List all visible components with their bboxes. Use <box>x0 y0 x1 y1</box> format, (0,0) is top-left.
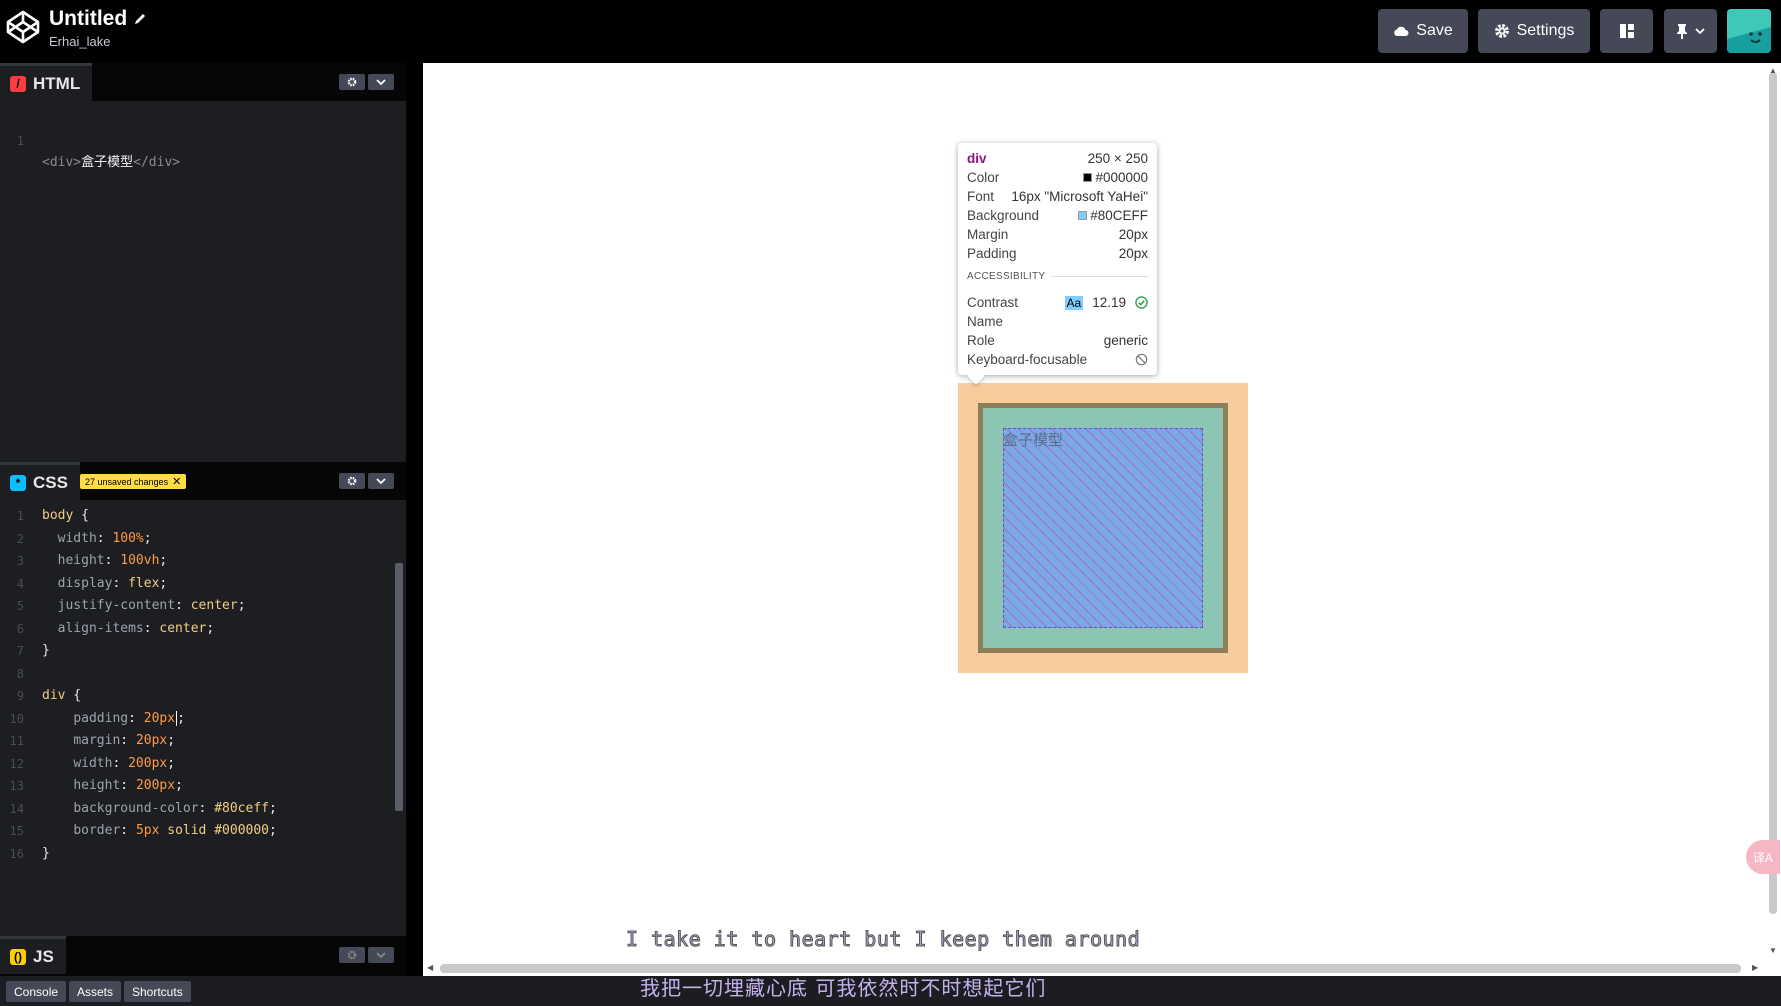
code-line: 5 justify-content: center; <box>16 598 246 613</box>
code-line: 1 body { <box>16 508 89 523</box>
js-panel-header: () JS <box>0 936 406 976</box>
gear-icon <box>1494 24 1509 38</box>
html-panel-header: / HTML <box>0 63 406 101</box>
code-line: 10 padding: 20px; <box>9 710 185 726</box>
tooltip-tag: div <box>967 151 987 166</box>
css-code-editor[interactable]: 1 body { 2 width: 100%; 3 height: 100vh; … <box>0 500 406 935</box>
tab-css[interactable]: * CSS <box>0 462 80 500</box>
translate-badge[interactable]: 译A <box>1746 840 1780 874</box>
html-code-editor[interactable]: 1 <div>盒子模型</div> <box>0 101 406 462</box>
cloud-icon <box>1394 26 1409 36</box>
top-header: Untitled Erhai_lake Save Settings <box>0 0 1781 63</box>
js-collapse-button[interactable] <box>368 947 394 963</box>
chevron-down-icon <box>376 478 386 484</box>
js-settings-button[interactable] <box>339 947 365 963</box>
subtitle-chinese: 我把一切埋藏心底 可我依然时不时想起它们 <box>640 976 1047 1000</box>
scroll-down-arrow-icon[interactable]: ▼ <box>1769 946 1777 955</box>
css-tab-label: CSS <box>33 472 68 492</box>
code-line: 4 display: flex; <box>16 575 168 591</box>
tooltip-size: 250 × 250 <box>1087 151 1148 166</box>
codepen-app: Untitled Erhai_lake Save Settings / HTML… <box>0 0 1781 1006</box>
preview-box-text: 盒子模型 <box>1003 431 1064 449</box>
pin-icon <box>1677 24 1687 39</box>
change-view-button[interactable] <box>1600 9 1653 53</box>
code-line: 12 width: 200px; <box>9 755 176 771</box>
preview-horizontal-scrollbar[interactable] <box>440 964 1741 973</box>
chevron-down-icon <box>376 79 386 85</box>
code-line: 6 align-items: center; <box>16 620 215 636</box>
chevron-down-icon <box>1695 28 1705 34</box>
codepen-logo-icon[interactable] <box>5 9 41 45</box>
pencil-icon[interactable] <box>133 12 147 26</box>
resize-handle[interactable] <box>406 63 423 976</box>
pin-menu-button[interactable] <box>1664 9 1717 53</box>
code-line: 7} <box>16 643 50 658</box>
layout-icon <box>1619 24 1634 38</box>
html-collapse-button[interactable] <box>368 74 394 90</box>
scroll-right-arrow-icon[interactable]: ▶ <box>1752 963 1758 972</box>
code-line: 14 background-color: #80ceff; <box>9 800 277 816</box>
close-icon[interactable]: ✕ <box>172 475 181 488</box>
code-line: 1 <div>盒子模型</div> <box>16 133 181 171</box>
shortcuts-button[interactable]: Shortcuts <box>124 981 191 1002</box>
code-line: 9 div { <box>16 688 82 703</box>
code-line: 15 border: 5px solid #000000; <box>9 823 277 838</box>
color-swatch <box>1083 173 1093 182</box>
tab-js[interactable]: () JS <box>0 936 66 974</box>
box-content-highlight[interactable] <box>1003 428 1203 628</box>
gear-icon <box>347 950 357 960</box>
assets-button[interactable]: Assets <box>69 981 122 1002</box>
code-line: 16} <box>9 845 50 861</box>
settings-button[interactable]: Settings <box>1478 9 1590 53</box>
editors-column: / HTML 1 <div>盒子模型</div> * CSS 27 unsave… <box>0 63 406 976</box>
chevron-down-icon <box>376 952 386 958</box>
preview-vertical-scrollbar[interactable] <box>1769 72 1777 914</box>
css-collapse-button[interactable] <box>368 473 394 489</box>
tab-html[interactable]: / HTML <box>0 63 93 101</box>
settings-label: Settings <box>1516 22 1575 39</box>
css-panel-header: * CSS 27 unsaved changes ✕ <box>0 462 406 500</box>
accessibility-heading: ACCESSIBILITY <box>967 271 1148 282</box>
pen-title[interactable]: Untitled <box>49 7 127 31</box>
contrast-aa-badge: Aa <box>1064 295 1084 310</box>
unsaved-changes-badge[interactable]: 27 unsaved changes ✕ <box>80 474 187 489</box>
gear-icon <box>347 77 357 87</box>
user-avatar[interactable] <box>1727 9 1771 53</box>
inspect-tooltip: div 250 × 250 Color #000000 Font 16px "M… <box>958 143 1157 375</box>
html-tab-label: HTML <box>33 73 81 93</box>
code-line: 2 width: 100%; <box>16 530 152 546</box>
pen-owner[interactable]: Erhai_lake <box>49 34 147 49</box>
code-line: 8 <box>16 666 24 681</box>
gear-icon <box>347 476 357 486</box>
not-allowed-icon <box>1135 353 1148 366</box>
save-button[interactable]: Save <box>1378 9 1468 53</box>
html-icon: / <box>10 75 26 92</box>
css-settings-button[interactable] <box>339 473 365 489</box>
console-button[interactable]: Console <box>6 981 67 1002</box>
js-icon: () <box>10 948 26 965</box>
scroll-up-arrow-icon[interactable]: ▲ <box>1769 66 1777 75</box>
css-icon: * <box>10 474 26 491</box>
code-line: 13 height: 200px; <box>9 778 183 793</box>
code-line: 11 margin: 20px; <box>9 733 176 748</box>
save-label: Save <box>1416 22 1453 39</box>
subtitle-english: I take it to heart but I keep them aroun… <box>625 927 1141 952</box>
code-line: 3 height: 100vh; <box>16 553 168 568</box>
js-tab-label: JS <box>33 946 54 966</box>
check-circle-icon <box>1135 296 1148 309</box>
html-settings-button[interactable] <box>339 74 365 90</box>
scroll-left-arrow-icon[interactable]: ◀ <box>427 963 433 972</box>
pen-title-area: Untitled Erhai_lake <box>49 7 147 49</box>
background-swatch <box>1078 211 1088 220</box>
css-editor-scrollbar[interactable] <box>395 563 403 811</box>
